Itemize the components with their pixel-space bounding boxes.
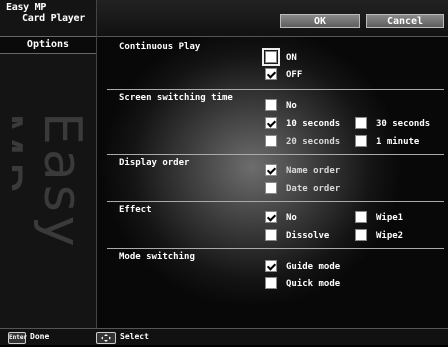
dpad-arrows-icon: [101, 334, 111, 342]
section-title-effect: Effect: [119, 205, 152, 215]
option-on-label: ON: [286, 53, 297, 63]
sidebar: Easy MP Card Player Options Easy MP: [0, 0, 97, 328]
divider: [107, 89, 444, 90]
checkbox-no-switch[interactable]: [265, 99, 277, 111]
watermark-text: Easy MP: [12, 112, 92, 251]
section-title-mode-switching: Mode switching: [119, 252, 195, 262]
section-title-screen-switching: Screen switching time: [119, 93, 233, 103]
option-off-label: OFF: [286, 70, 303, 80]
logo-line2: Card Player: [22, 13, 85, 24]
checkbox-name-order[interactable]: [265, 164, 277, 176]
app-logo: Easy MP Card Player: [6, 2, 92, 32]
option-no-switch-label: No: [286, 101, 297, 111]
option-20-seconds-label: 20 seconds: [286, 137, 341, 147]
checkbox-wipe2[interactable]: [355, 229, 367, 241]
option-wipe1-label: Wipe1: [376, 213, 404, 223]
checkbox-guide-mode[interactable]: [265, 260, 277, 272]
option-guide-mode-label: Guide mode: [286, 262, 341, 272]
checkbox-off[interactable]: [265, 68, 277, 80]
divider: [107, 248, 444, 249]
option-effect-no-label: No: [286, 213, 297, 223]
checkbox-wipe1[interactable]: [355, 211, 367, 223]
option-wipe2-label: Wipe2: [376, 231, 404, 241]
divider: [107, 154, 444, 155]
checkbox-quick-mode[interactable]: [265, 277, 277, 289]
checkbox-effect-no[interactable]: [265, 211, 277, 223]
checkbox-1-minute[interactable]: [355, 135, 367, 147]
checkbox-date-order[interactable]: [265, 182, 277, 194]
checkbox-on[interactable]: [262, 48, 280, 66]
checkbox-20-seconds[interactable]: [265, 135, 277, 147]
ok-button[interactable]: OK: [280, 14, 360, 28]
footer-bar: Enter Done Select: [0, 328, 448, 345]
option-1-minute-label: 1 minute: [376, 137, 420, 147]
section-title-display-order: Display order: [119, 158, 190, 168]
footer-select-label: Select: [120, 332, 149, 341]
checkbox-dissolve[interactable]: [265, 229, 277, 241]
option-quick-mode-label: Quick mode: [286, 279, 341, 289]
checkbox-10-seconds[interactable]: [265, 117, 277, 129]
checkbox-30-seconds[interactable]: [355, 117, 367, 129]
option-30-seconds-label: 30 seconds: [376, 119, 431, 129]
settings-panel: Continuous Play ON OFF Screen switching …: [97, 37, 448, 328]
option-10-seconds-label: 10 seconds: [286, 119, 341, 129]
sidebar-item-options[interactable]: Options: [0, 36, 96, 54]
option-date-order-label: Date order: [286, 184, 341, 194]
dpad-icon: [96, 332, 116, 344]
enter-key-icon: Enter: [8, 332, 27, 344]
footer-done-label: Done: [30, 332, 50, 341]
option-dissolve-label: Dissolve: [286, 231, 330, 241]
header-bar: OK Cancel: [97, 0, 448, 37]
section-title-continuous-play: Continuous Play: [119, 42, 201, 52]
option-name-order-label: Name order: [286, 166, 341, 176]
divider: [107, 201, 444, 202]
cancel-button[interactable]: Cancel: [366, 14, 444, 28]
logo-line1: Easy MP: [6, 2, 47, 13]
